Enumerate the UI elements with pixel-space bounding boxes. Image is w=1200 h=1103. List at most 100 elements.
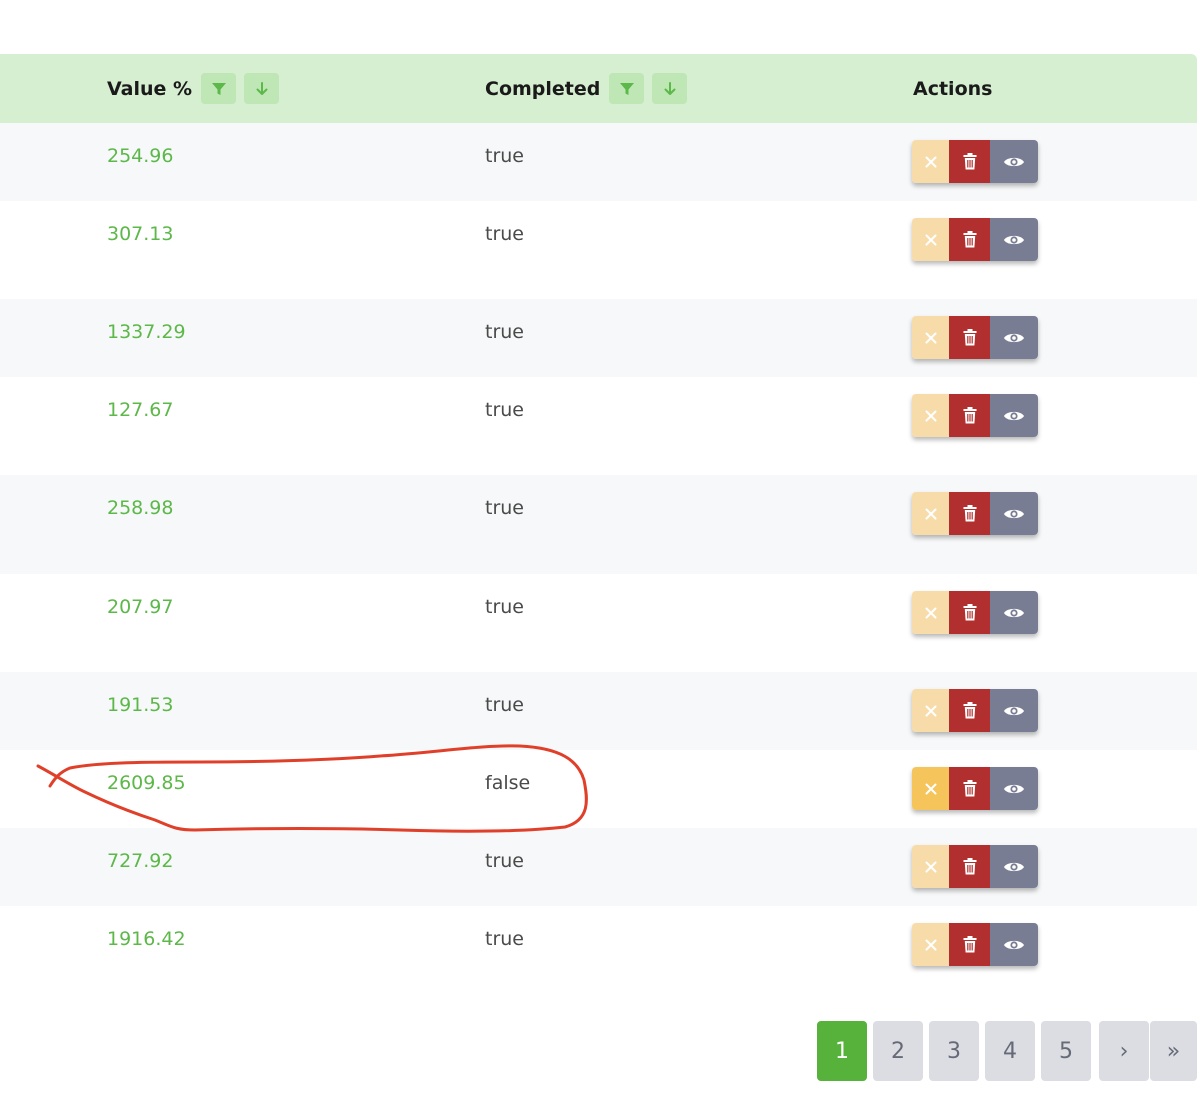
delete-button[interactable]: [949, 140, 990, 183]
close-icon: [925, 410, 936, 421]
table-header: Value % Completed Actions: [0, 54, 1197, 123]
row-actions: [912, 218, 1038, 261]
eye-icon: [1004, 157, 1024, 166]
delete-button[interactable]: [949, 767, 990, 810]
close-icon: [925, 156, 936, 167]
column-header-actions: Actions: [913, 77, 993, 100]
close-icon: [925, 705, 936, 716]
value-cell: 254.96: [107, 145, 174, 167]
value-sort-button[interactable]: [244, 73, 280, 104]
cancel-button[interactable]: [912, 394, 949, 437]
table-row: 207.97 true: [0, 574, 1197, 672]
view-button[interactable]: [990, 140, 1038, 183]
column-header-value-label: Value %: [107, 77, 193, 100]
table-row: 727.92 true: [0, 828, 1197, 906]
cancel-button[interactable]: [912, 316, 949, 359]
value-cell: 207.97: [107, 596, 174, 618]
row-actions: [912, 591, 1038, 634]
value-cell: 258.98: [107, 497, 174, 519]
table-row: 2609.85 false: [0, 750, 1197, 828]
column-header-completed-label: Completed: [485, 77, 601, 100]
row-actions: [912, 492, 1038, 535]
delete-button[interactable]: [949, 316, 990, 359]
completed-cell: true: [485, 145, 524, 167]
page-button-2[interactable]: 2: [873, 1021, 923, 1081]
eye-icon: [1004, 940, 1024, 949]
page-button-4[interactable]: 4: [985, 1021, 1035, 1081]
cancel-button[interactable]: [912, 492, 949, 535]
trash-icon: [963, 153, 976, 170]
delete-button[interactable]: [949, 689, 990, 732]
eye-icon: [1004, 333, 1024, 342]
delete-button[interactable]: [949, 923, 990, 966]
delete-button[interactable]: [949, 492, 990, 535]
table-row: 127.67 true: [0, 377, 1197, 475]
cancel-button[interactable]: [912, 218, 949, 261]
cancel-button[interactable]: [912, 845, 949, 888]
table-row: 258.98 true: [0, 475, 1197, 574]
next-page-button[interactable]: ›: [1099, 1021, 1149, 1081]
close-icon: [925, 607, 936, 618]
completed-cell: true: [485, 928, 524, 950]
close-icon: [925, 783, 936, 794]
row-actions: [912, 767, 1038, 810]
close-icon: [925, 861, 936, 872]
completed-sort-button[interactable]: [652, 73, 688, 104]
cancel-button[interactable]: [912, 591, 949, 634]
value-cell: 727.92: [107, 850, 174, 872]
view-button[interactable]: [990, 218, 1038, 261]
view-button[interactable]: [990, 767, 1038, 810]
close-icon: [925, 234, 936, 245]
delete-button[interactable]: [949, 591, 990, 634]
eye-icon: [1004, 411, 1024, 420]
trash-icon: [963, 329, 976, 346]
eye-icon: [1004, 784, 1024, 793]
page-button-1[interactable]: 1: [817, 1021, 867, 1081]
trash-icon: [963, 231, 976, 248]
cancel-button[interactable]: [912, 689, 949, 732]
view-button[interactable]: [990, 316, 1038, 359]
view-button[interactable]: [990, 845, 1038, 888]
completed-cell: false: [485, 772, 531, 794]
value-filter-button[interactable]: [201, 73, 237, 104]
row-actions: [912, 845, 1038, 888]
completed-cell: true: [485, 321, 524, 343]
trash-icon: [963, 858, 976, 875]
close-icon: [925, 332, 936, 343]
table-row: 1916.42 true: [0, 906, 1197, 984]
eye-icon: [1004, 862, 1024, 871]
last-page-button[interactable]: »: [1150, 1021, 1197, 1081]
row-actions: [912, 140, 1038, 183]
cancel-button[interactable]: [912, 923, 949, 966]
trash-icon: [963, 604, 976, 621]
eye-icon: [1004, 706, 1024, 715]
column-header-value: Value %: [107, 54, 287, 123]
page-button-3[interactable]: 3: [929, 1021, 979, 1081]
page-button-5[interactable]: 5: [1041, 1021, 1091, 1081]
eye-icon: [1004, 235, 1024, 244]
table-row: 307.13 true: [0, 201, 1197, 299]
table-row: 254.96 true: [0, 123, 1197, 201]
trash-icon: [963, 407, 976, 424]
eye-icon: [1004, 608, 1024, 617]
filter-icon: [619, 82, 634, 95]
arrow-down-icon: [664, 81, 676, 95]
view-button[interactable]: [990, 689, 1038, 732]
filter-icon: [211, 82, 226, 95]
delete-button[interactable]: [949, 218, 990, 261]
delete-button[interactable]: [949, 845, 990, 888]
completed-cell: true: [485, 694, 524, 716]
value-cell: 2609.85: [107, 772, 186, 794]
view-button[interactable]: [990, 923, 1038, 966]
delete-button[interactable]: [949, 394, 990, 437]
completed-filter-button[interactable]: [609, 73, 645, 104]
trash-icon: [963, 936, 976, 953]
view-button[interactable]: [990, 394, 1038, 437]
page: Value % Completed Actions 254.96 true 30…: [0, 0, 1200, 1103]
cancel-button[interactable]: [912, 767, 949, 810]
view-button[interactable]: [990, 591, 1038, 634]
view-button[interactable]: [990, 492, 1038, 535]
cancel-button[interactable]: [912, 140, 949, 183]
completed-cell: true: [485, 850, 524, 872]
column-header-completed: Completed: [485, 54, 695, 123]
